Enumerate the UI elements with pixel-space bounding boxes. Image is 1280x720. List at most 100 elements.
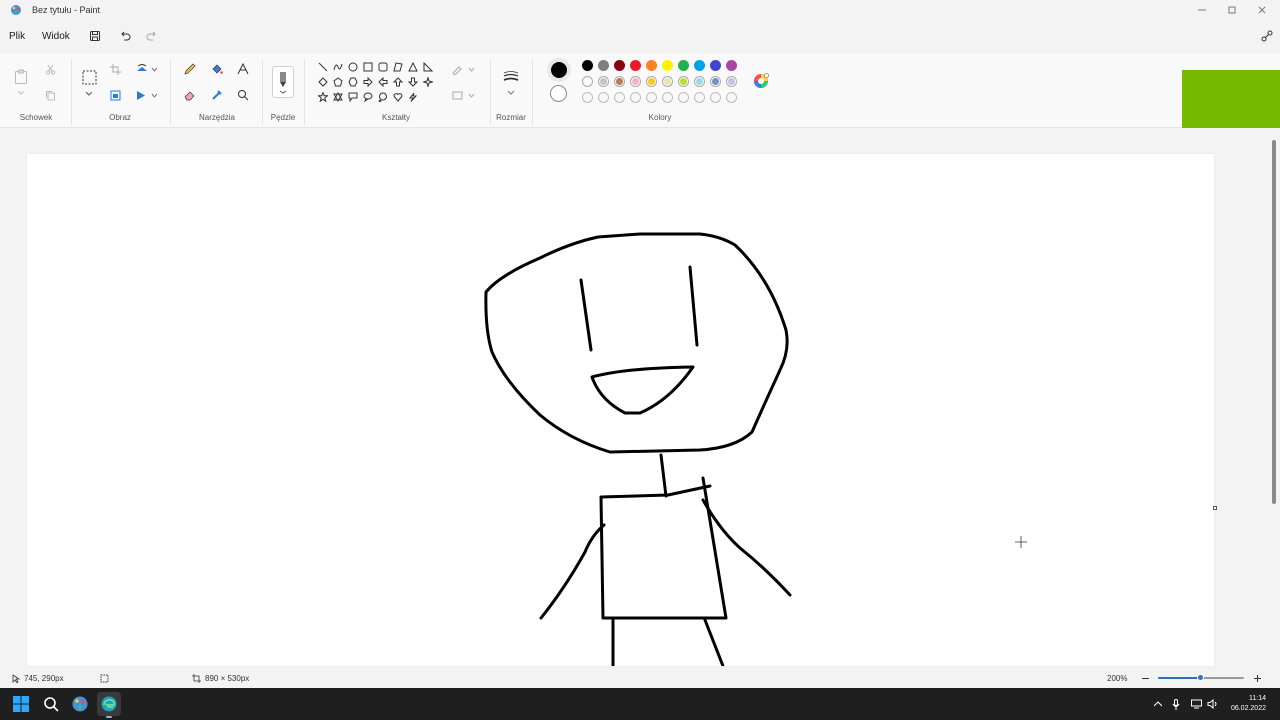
fill-button[interactable] — [210, 62, 224, 76]
zoom-slider-track[interactable] — [1158, 674, 1244, 681]
palette-swatch[interactable] — [630, 76, 641, 87]
copy-button[interactable] — [43, 88, 57, 102]
eraser-button[interactable] — [183, 88, 197, 102]
resize-button[interactable] — [108, 88, 122, 102]
shape-lightning[interactable] — [406, 90, 420, 104]
custom-color-slot[interactable] — [678, 92, 689, 103]
shape-callout-cloud[interactable] — [376, 90, 390, 104]
shape-rounded-rectangle[interactable] — [376, 60, 390, 74]
palette-swatch[interactable] — [726, 76, 737, 87]
vertical-scrollbar[interactable] — [1272, 140, 1276, 504]
palette-swatch[interactable] — [582, 76, 593, 87]
menu-view[interactable]: Widok — [42, 31, 70, 42]
shape-arrow-up[interactable] — [391, 75, 405, 89]
custom-color-slot[interactable] — [598, 92, 609, 103]
taskbar-edge[interactable] — [97, 692, 121, 718]
shape-pentagon[interactable] — [331, 75, 345, 89]
shape-curve[interactable] — [331, 60, 345, 74]
custom-color-slot[interactable] — [694, 92, 705, 103]
taskbar-paint[interactable] — [68, 692, 92, 716]
pencil-button[interactable] — [183, 62, 197, 76]
tray-volume[interactable] — [1206, 698, 1218, 710]
palette-swatch[interactable] — [710, 76, 721, 87]
palette-swatch[interactable] — [582, 60, 593, 71]
shape-heart[interactable] — [391, 90, 405, 104]
palette-swatch[interactable] — [678, 76, 689, 87]
palette-swatch[interactable] — [678, 60, 689, 71]
palette-swatch[interactable] — [646, 76, 657, 87]
shape-arrow-left[interactable] — [376, 75, 390, 89]
palette-swatch[interactable] — [598, 76, 609, 87]
color2-selector[interactable] — [550, 85, 567, 102]
custom-color-slot[interactable] — [646, 92, 657, 103]
paste-button[interactable] — [12, 66, 30, 88]
shape-arrow-right[interactable] — [361, 75, 375, 89]
shape-hexagon[interactable] — [346, 75, 360, 89]
custom-color-slot[interactable] — [582, 92, 593, 103]
palette-swatch[interactable] — [662, 76, 673, 87]
custom-color-slot[interactable] — [710, 92, 721, 103]
zoom-in-icon[interactable] — [1253, 674, 1262, 683]
shape-oval[interactable] — [346, 60, 360, 74]
text-button[interactable] — [236, 62, 250, 76]
palette-swatch[interactable] — [614, 76, 625, 87]
settings-button[interactable] — [1258, 28, 1276, 44]
maximize-button[interactable] — [1216, 0, 1248, 20]
save-button[interactable] — [86, 28, 104, 44]
menu-file[interactable]: Plik — [9, 31, 25, 42]
drawing-canvas[interactable] — [27, 154, 1214, 666]
shape-diamond[interactable] — [316, 75, 330, 89]
zoom-slider-thumb[interactable] — [1197, 674, 1204, 681]
palette-swatch[interactable] — [614, 60, 625, 71]
shape-arrow-down[interactable] — [406, 75, 420, 89]
color-picker-button[interactable] — [210, 88, 224, 102]
palette-swatch[interactable] — [630, 60, 641, 71]
shape-star-six[interactable] — [331, 90, 345, 104]
search-button[interactable] — [39, 692, 63, 716]
palette-swatch[interactable] — [694, 76, 705, 87]
zoom-out-icon[interactable] — [1141, 674, 1150, 683]
palette-swatch[interactable] — [598, 60, 609, 71]
color1-selector[interactable] — [547, 58, 571, 82]
brushes-button[interactable] — [272, 66, 294, 98]
palette-swatch[interactable] — [694, 60, 705, 71]
shape-star-four[interactable] — [421, 75, 435, 89]
size-button[interactable] — [500, 66, 522, 96]
paste-dropdown[interactable] — [14, 88, 28, 98]
rotate-button[interactable] — [134, 62, 158, 76]
palette-swatch[interactable] — [662, 60, 673, 71]
shape-polygon[interactable] — [391, 60, 405, 74]
custom-color-slot[interactable] — [630, 92, 641, 103]
outline-button[interactable] — [450, 62, 476, 76]
edit-colors-button[interactable] — [752, 72, 770, 90]
crop-button[interactable] — [108, 62, 122, 76]
shape-star-five[interactable] — [316, 90, 330, 104]
custom-color-slot[interactable] — [614, 92, 625, 103]
palette-swatch[interactable] — [710, 60, 721, 71]
canvas-resize-handle[interactable] — [1213, 506, 1217, 510]
magnifier-button[interactable] — [236, 88, 250, 102]
flip-button[interactable] — [134, 88, 158, 102]
start-button[interactable] — [9, 692, 33, 716]
select-dropdown[interactable] — [82, 89, 96, 99]
close-button[interactable] — [1246, 0, 1278, 20]
fill-shape-button[interactable] — [450, 88, 476, 102]
tray-network[interactable] — [1190, 698, 1202, 710]
shape-callout-oval[interactable] — [361, 90, 375, 104]
minimize-button[interactable] — [1186, 0, 1218, 20]
undo-button[interactable] — [116, 28, 134, 44]
shape-callout-rect[interactable] — [346, 90, 360, 104]
shape-line[interactable] — [316, 60, 330, 74]
palette-swatch[interactable] — [646, 60, 657, 71]
shape-rectangle[interactable] — [361, 60, 375, 74]
custom-color-slot[interactable] — [726, 92, 737, 103]
tray-microphone[interactable] — [1170, 698, 1182, 710]
tray-overflow[interactable] — [1152, 698, 1164, 710]
taskbar-clock[interactable]: 11:14 06.02.2022 — [1231, 694, 1266, 714]
shape-right-triangle[interactable] — [421, 60, 435, 74]
custom-color-slot[interactable] — [662, 92, 673, 103]
select-button[interactable] — [80, 68, 98, 86]
palette-swatch[interactable] — [726, 60, 737, 71]
shape-triangle[interactable] — [406, 60, 420, 74]
cut-button[interactable] — [43, 62, 57, 76]
